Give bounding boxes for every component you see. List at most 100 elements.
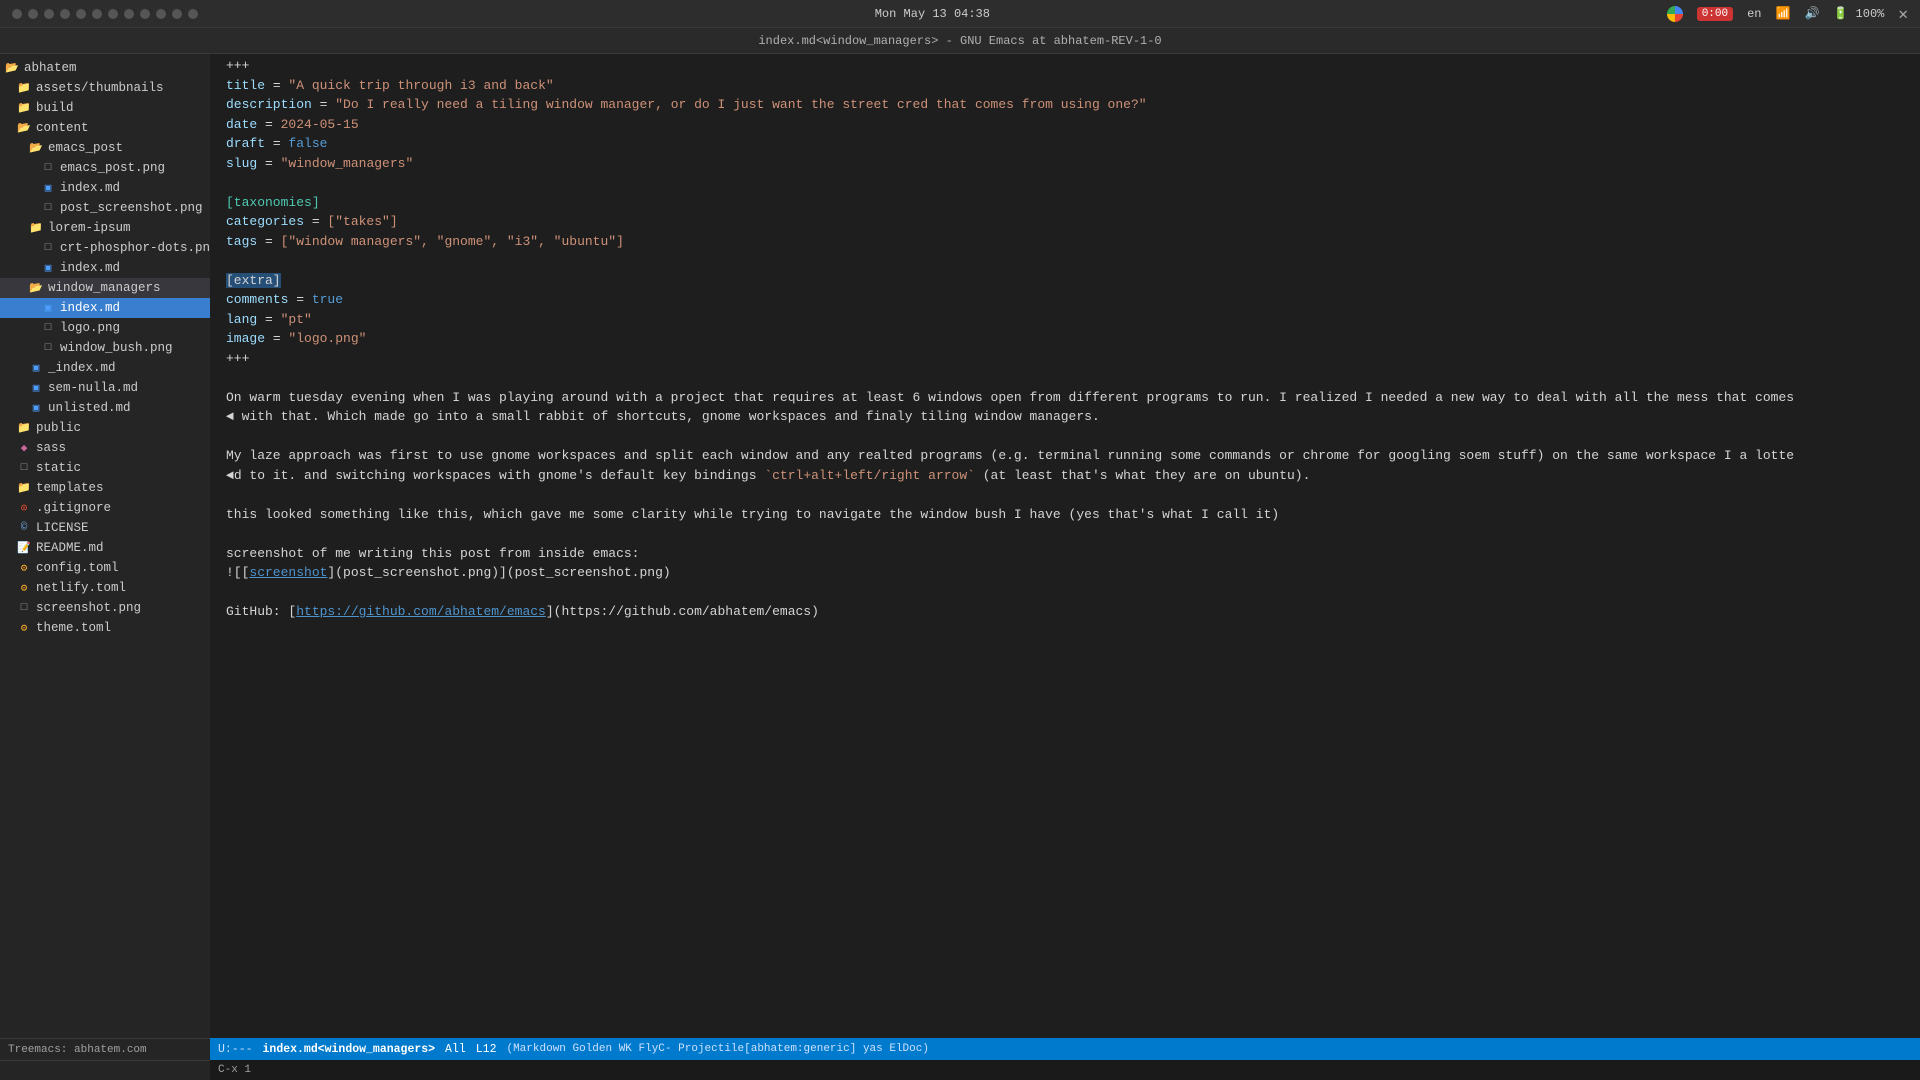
- window-title: index.md<window_managers> - GNU Emacs at…: [758, 34, 1161, 48]
- folder-icon: 📂: [4, 60, 20, 76]
- sidebar-item-screenshot-png[interactable]: □ screenshot.png: [0, 598, 210, 618]
- sidebar-item-label: public: [36, 421, 81, 435]
- folder-open-icon: 📂: [16, 120, 32, 136]
- sidebar-item-label: README.md: [36, 541, 104, 555]
- line-3: description = "Do I really need a tiling…: [210, 95, 1920, 115]
- line-11: comments = true: [210, 290, 1920, 310]
- sidebar-item-label: screenshot.png: [36, 601, 141, 615]
- sidebar-item-abhatem[interactable]: 📂 abhatem: [0, 58, 210, 78]
- sidebar-item-public[interactable]: 📁 public: [0, 418, 210, 438]
- dot-4: [60, 9, 70, 19]
- sidebar-item-label: netlify.toml: [36, 581, 126, 595]
- sidebar-item-content[interactable]: 📂 content: [0, 118, 210, 138]
- lang-indicator: en: [1747, 7, 1761, 21]
- sidebar-item-label: LICENSE: [36, 521, 89, 535]
- sidebar-item-window-managers[interactable]: 📂 window_managers: [0, 278, 210, 298]
- sidebar-item-label: content: [36, 121, 89, 135]
- sidebar-item-emacs-post-png[interactable]: □ emacs_post.png: [0, 158, 210, 178]
- treemacs-status: Treemacs: abhatem.com: [0, 1038, 210, 1060]
- title-bar: index.md<window_managers> - GNU Emacs at…: [0, 28, 1920, 54]
- sidebar-item-lorem-index-md[interactable]: ▣ index.md: [0, 258, 210, 278]
- line-14: +++: [210, 349, 1920, 369]
- png-icon: □: [40, 320, 56, 336]
- sidebar-item-static[interactable]: □ static: [0, 458, 210, 478]
- sidebar-item-build[interactable]: 📁 build: [0, 98, 210, 118]
- md-icon: ▣: [40, 180, 56, 196]
- sidebar-item-label: emacs_post.png: [60, 161, 165, 175]
- chrome-icon[interactable]: [1667, 6, 1683, 22]
- mode-line-mode: U:---: [218, 1043, 253, 1056]
- volume-icon: 🔊: [1804, 6, 1819, 21]
- sidebar-item-label: sem-nulla.md: [48, 381, 138, 395]
- record-indicator: 0:00: [1697, 7, 1733, 21]
- sidebar-item-label: index.md: [60, 261, 120, 275]
- dot-6: [92, 9, 102, 19]
- sidebar-item-lorem-ipsum[interactable]: 📁 lorem-ipsum: [0, 218, 210, 238]
- folder-icon: 📁: [28, 220, 44, 236]
- sidebar-item-label: index.md: [60, 181, 120, 195]
- datetime: Mon May 13 04:38: [875, 7, 990, 21]
- sidebar-item-emacs-index-md[interactable]: ▣ index.md: [0, 178, 210, 198]
- line-blank-4: [210, 427, 1920, 447]
- line-22: GitHub: [https://github.com/abhatem/emac…: [210, 602, 1920, 622]
- sidebar-item-label: static: [36, 461, 81, 475]
- line-13: image = "logo.png": [210, 329, 1920, 349]
- md-icon: ▣: [28, 400, 44, 416]
- sidebar-item-license[interactable]: © LICENSE: [0, 518, 210, 538]
- sidebar-item-sass[interactable]: ◆ sass: [0, 438, 210, 458]
- sidebar-item-unlisted[interactable]: ▣ unlisted.md: [0, 398, 210, 418]
- sidebar-item-assets[interactable]: 📁 assets/thumbnails: [0, 78, 210, 98]
- dot-8: [124, 9, 134, 19]
- sidebar-item-sem-nulla[interactable]: ▣ sem-nulla.md: [0, 378, 210, 398]
- sidebar-footer: [0, 1060, 210, 1080]
- sidebar-item-logo-png[interactable]: □ logo.png: [0, 318, 210, 338]
- sidebar-item-label: lorem-ipsum: [48, 221, 131, 235]
- sidebar-item-post-screenshot[interactable]: □ post_screenshot.png: [0, 198, 210, 218]
- sidebar-item-window-bush[interactable]: □ window_bush.png: [0, 338, 210, 358]
- sidebar-item-label: unlisted.md: [48, 401, 131, 415]
- dot-12: [188, 9, 198, 19]
- mode-line: U:--- index.md<window_managers> All L12 …: [210, 1038, 1920, 1060]
- sidebar-item-wm-index-md[interactable]: ▣ index.md: [0, 298, 210, 318]
- line-19: this looked something like this, which g…: [210, 505, 1920, 525]
- line-20: screenshot of me writing this post from …: [210, 544, 1920, 564]
- sidebar-item-emacs-post[interactable]: 📂 emacs_post: [0, 138, 210, 158]
- bottom-row: Treemacs: abhatem.com U:--- index.md<win…: [0, 1038, 1920, 1060]
- battery-icon: 🔋 100%: [1833, 6, 1884, 21]
- editor-content[interactable]: +++ title = "A quick trip through i3 and…: [210, 54, 1920, 1038]
- toml-icon: ⚙: [16, 560, 32, 576]
- sidebar-item-templates[interactable]: 📁 templates: [0, 478, 210, 498]
- sidebar-item-label: sass: [36, 441, 66, 455]
- sidebar-item-config-toml[interactable]: ⚙ config.toml: [0, 558, 210, 578]
- minibuffer[interactable]: C-x 1: [210, 1060, 1920, 1080]
- sidebar-item-gitignore[interactable]: ⊙ .gitignore: [0, 498, 210, 518]
- dot-10: [156, 9, 166, 19]
- line-blank-2: [210, 251, 1920, 271]
- sidebar-item-readme[interactable]: 📝 README.md: [0, 538, 210, 558]
- sidebar-item-label: theme.toml: [36, 621, 111, 635]
- line-21: ![[screenshot](post_screenshot.png)](pos…: [210, 563, 1920, 583]
- dot-1: [12, 9, 22, 19]
- sidebar-item-label: _index.md: [48, 361, 116, 375]
- close-button[interactable]: ✕: [1898, 4, 1908, 24]
- png-icon: □: [40, 160, 56, 176]
- sidebar-item-label: window_bush.png: [60, 341, 173, 355]
- sidebar-item-theme-toml[interactable]: ⚙ theme.toml: [0, 618, 210, 638]
- file-tree: 📂 abhatem 📁 assets/thumbnails 📁 build 📂 …: [0, 54, 210, 1038]
- sidebar-item-crt-phosphor[interactable]: □ crt-phosphor-dots.png: [0, 238, 210, 258]
- system-tray: 0:00 en 📶 🔊 🔋 100% ✕: [1667, 4, 1908, 24]
- line-8: categories = ["takes"]: [210, 212, 1920, 232]
- folder-icon: 📁: [16, 480, 32, 496]
- dot-2: [28, 9, 38, 19]
- mode-line-all: All: [445, 1043, 466, 1056]
- sidebar-item-label: abhatem: [24, 61, 77, 75]
- toml-icon: ⚙: [16, 620, 32, 636]
- sidebar-item-netlify-toml[interactable]: ⚙ netlify.toml: [0, 578, 210, 598]
- sidebar-item-label: assets/thumbnails: [36, 81, 164, 95]
- sidebar-item-label: build: [36, 101, 74, 115]
- folder-icon: □: [16, 460, 32, 476]
- editor-area[interactable]: +++ title = "A quick trip through i3 and…: [210, 54, 1920, 1038]
- png-icon: □: [40, 240, 56, 256]
- line-9: tags = ["window managers", "gnome", "i3"…: [210, 232, 1920, 252]
- sidebar-item-_index[interactable]: ▣ _index.md: [0, 358, 210, 378]
